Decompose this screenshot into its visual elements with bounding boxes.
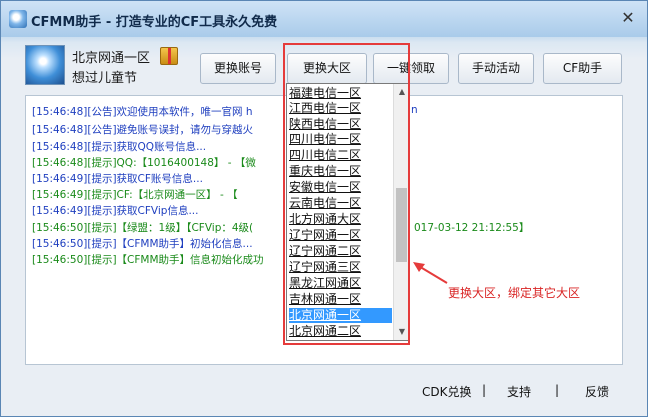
manual-activity-button[interactable]: 手动活动 <box>458 53 534 84</box>
close-button[interactable]: ✕ <box>619 9 637 27</box>
log-line: [15:46:50][提示]【CFMM助手】初始化信息... <box>32 238 253 250</box>
window-title: CFMM助手 - 打造专业的CF工具永久免费 <box>31 15 278 30</box>
cdk-exchange-link[interactable]: CDK兑换 <box>422 383 472 400</box>
change-account-button[interactable]: 更换账号 <box>200 53 276 84</box>
log-line: [15:46:49][提示]获取CF账号信息... <box>32 173 203 185</box>
avatar <box>25 45 65 85</box>
highlight-box <box>283 43 410 345</box>
log-line: [15:46:50][提示]【CFMM助手】信息初始化成功 <box>32 254 264 266</box>
support-link[interactable]: 支持 <box>507 383 531 400</box>
log-line-tail: 017-03-12 21:12:55】 <box>414 222 530 234</box>
gift-icon[interactable] <box>160 47 178 65</box>
log-line: [15:46:48][公告]欢迎使用本软件，唯一官网 h <box>32 106 253 118</box>
annotation-arrow-icon <box>413 262 448 284</box>
log-line-tail: n <box>411 104 418 116</box>
log-line: [15:46:48][公告]避免账号误封，请勿与穿越火 <box>32 124 254 136</box>
app-logo-icon <box>9 10 27 28</box>
cf-helper-button[interactable]: CF助手 <box>543 53 622 84</box>
title-bar[interactable]: CFMM助手 - 打造专业的CF工具永久免费 ✕ <box>1 1 647 37</box>
nickname-label: 想过儿童节 <box>72 71 138 86</box>
feedback-link[interactable]: 反馈 <box>585 383 609 400</box>
log-line: [15:46:50][提示]【绿盟：1级】【CFVip：4级( <box>32 222 254 234</box>
current-server-label: 北京网通一区 <box>72 51 151 66</box>
main-window: CFMM助手 - 打造专业的CF工具永久免费 ✕ 北京网通一区 想过儿童节 更换… <box>0 0 648 417</box>
log-line: [15:46:49][提示]获取CFVip信息... <box>32 205 199 217</box>
log-line: [15:46:48][提示]QQ:【1016400148】 - 【微 <box>32 157 256 169</box>
log-line: [15:46:49][提示]CF:【北京网通一区】 - 【 <box>32 189 238 201</box>
annotation-text: 更换大区，绑定其它大区 <box>448 286 581 300</box>
footer-separator: | <box>555 383 560 397</box>
log-line: [15:46:48][提示]获取QQ账号信息... <box>32 141 207 153</box>
footer-separator: | <box>482 383 487 397</box>
